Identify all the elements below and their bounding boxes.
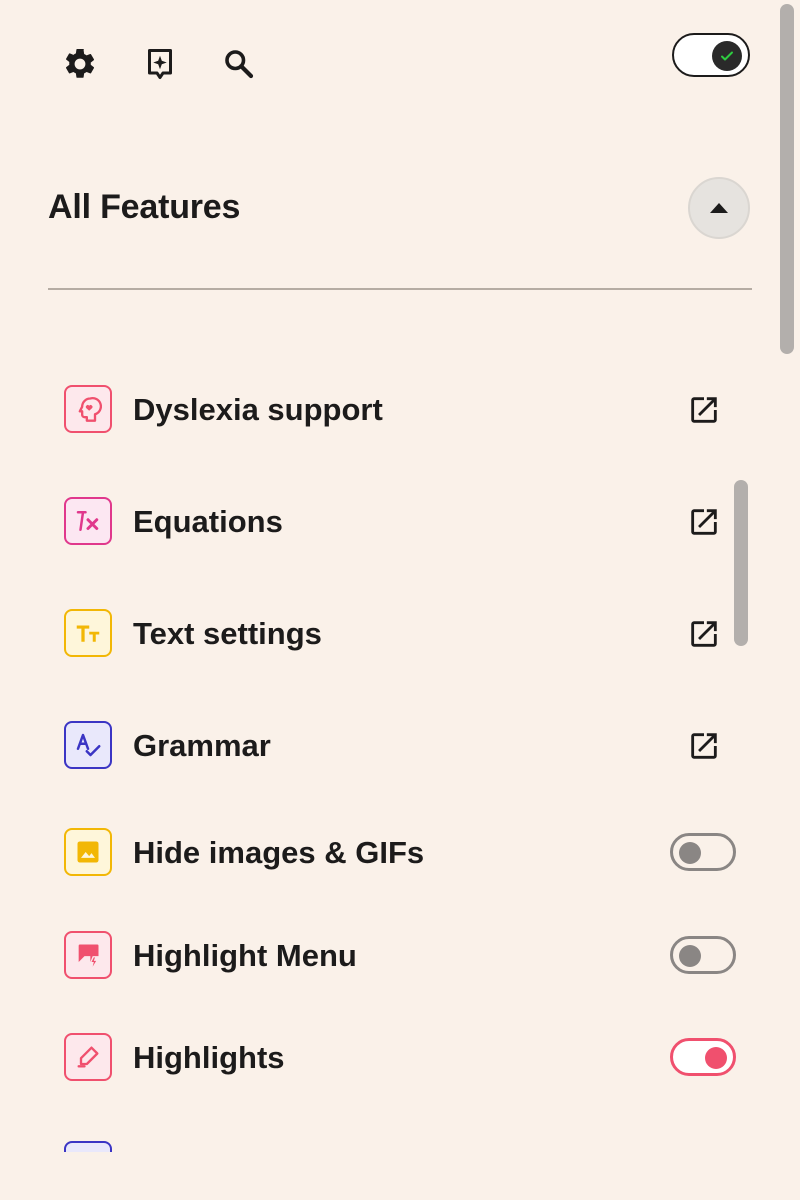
divider bbox=[48, 288, 752, 290]
feature-label: Equations bbox=[133, 504, 283, 539]
panel-scrollbar[interactable] bbox=[780, 4, 794, 354]
external-link-icon[interactable] bbox=[686, 392, 722, 428]
list-item[interactable] bbox=[64, 1138, 736, 1152]
list-item[interactable]: Hide images & GIFs bbox=[64, 825, 736, 881]
list-item[interactable]: Highlights bbox=[64, 1030, 736, 1086]
triangle-up-icon bbox=[710, 203, 728, 213]
sparkle-bookmark-icon[interactable] bbox=[140, 44, 180, 84]
partial-icon bbox=[64, 1141, 112, 1152]
extension-panel: All Features Dyslexia support Equations bbox=[0, 0, 800, 1200]
image-icon bbox=[64, 828, 112, 876]
function-icon bbox=[64, 497, 112, 545]
feature-label: Text settings bbox=[133, 616, 322, 651]
checkmark-icon bbox=[712, 41, 742, 71]
feature-label: Highlights bbox=[133, 1040, 285, 1075]
search-icon[interactable] bbox=[219, 44, 259, 84]
text-size-icon bbox=[64, 609, 112, 657]
spellcheck-icon bbox=[64, 721, 112, 769]
section-title: All Features bbox=[48, 188, 241, 226]
highlights-toggle[interactable] bbox=[670, 1038, 736, 1076]
feature-label: Grammar bbox=[133, 728, 271, 763]
highlighter-icon bbox=[64, 1033, 112, 1081]
external-link-icon[interactable] bbox=[686, 616, 722, 652]
list-item[interactable]: Dyslexia support bbox=[64, 382, 736, 438]
external-link-icon[interactable] bbox=[686, 504, 722, 540]
feature-label: Dyslexia support bbox=[133, 392, 383, 427]
chat-flash-icon bbox=[64, 931, 112, 979]
feature-label: Hide images & GIFs bbox=[133, 835, 425, 870]
master-enable-toggle[interactable] bbox=[672, 33, 750, 77]
list-item[interactable]: Grammar bbox=[64, 718, 736, 774]
list-scrollbar[interactable] bbox=[734, 480, 748, 646]
collapse-button[interactable] bbox=[688, 177, 750, 239]
feature-list: Dyslexia support Equations Text settings bbox=[0, 300, 800, 1152]
external-link-icon[interactable] bbox=[686, 728, 722, 764]
highlight-menu-toggle[interactable] bbox=[670, 936, 736, 974]
feature-label: Highlight Menu bbox=[133, 938, 357, 973]
gear-icon[interactable] bbox=[60, 44, 100, 84]
list-item[interactable]: Text settings bbox=[64, 606, 736, 662]
list-item[interactable]: Highlight Menu bbox=[64, 928, 736, 984]
list-item[interactable]: Equations bbox=[64, 494, 736, 550]
hide-images-toggle[interactable] bbox=[670, 833, 736, 871]
head-heart-icon bbox=[64, 385, 112, 433]
